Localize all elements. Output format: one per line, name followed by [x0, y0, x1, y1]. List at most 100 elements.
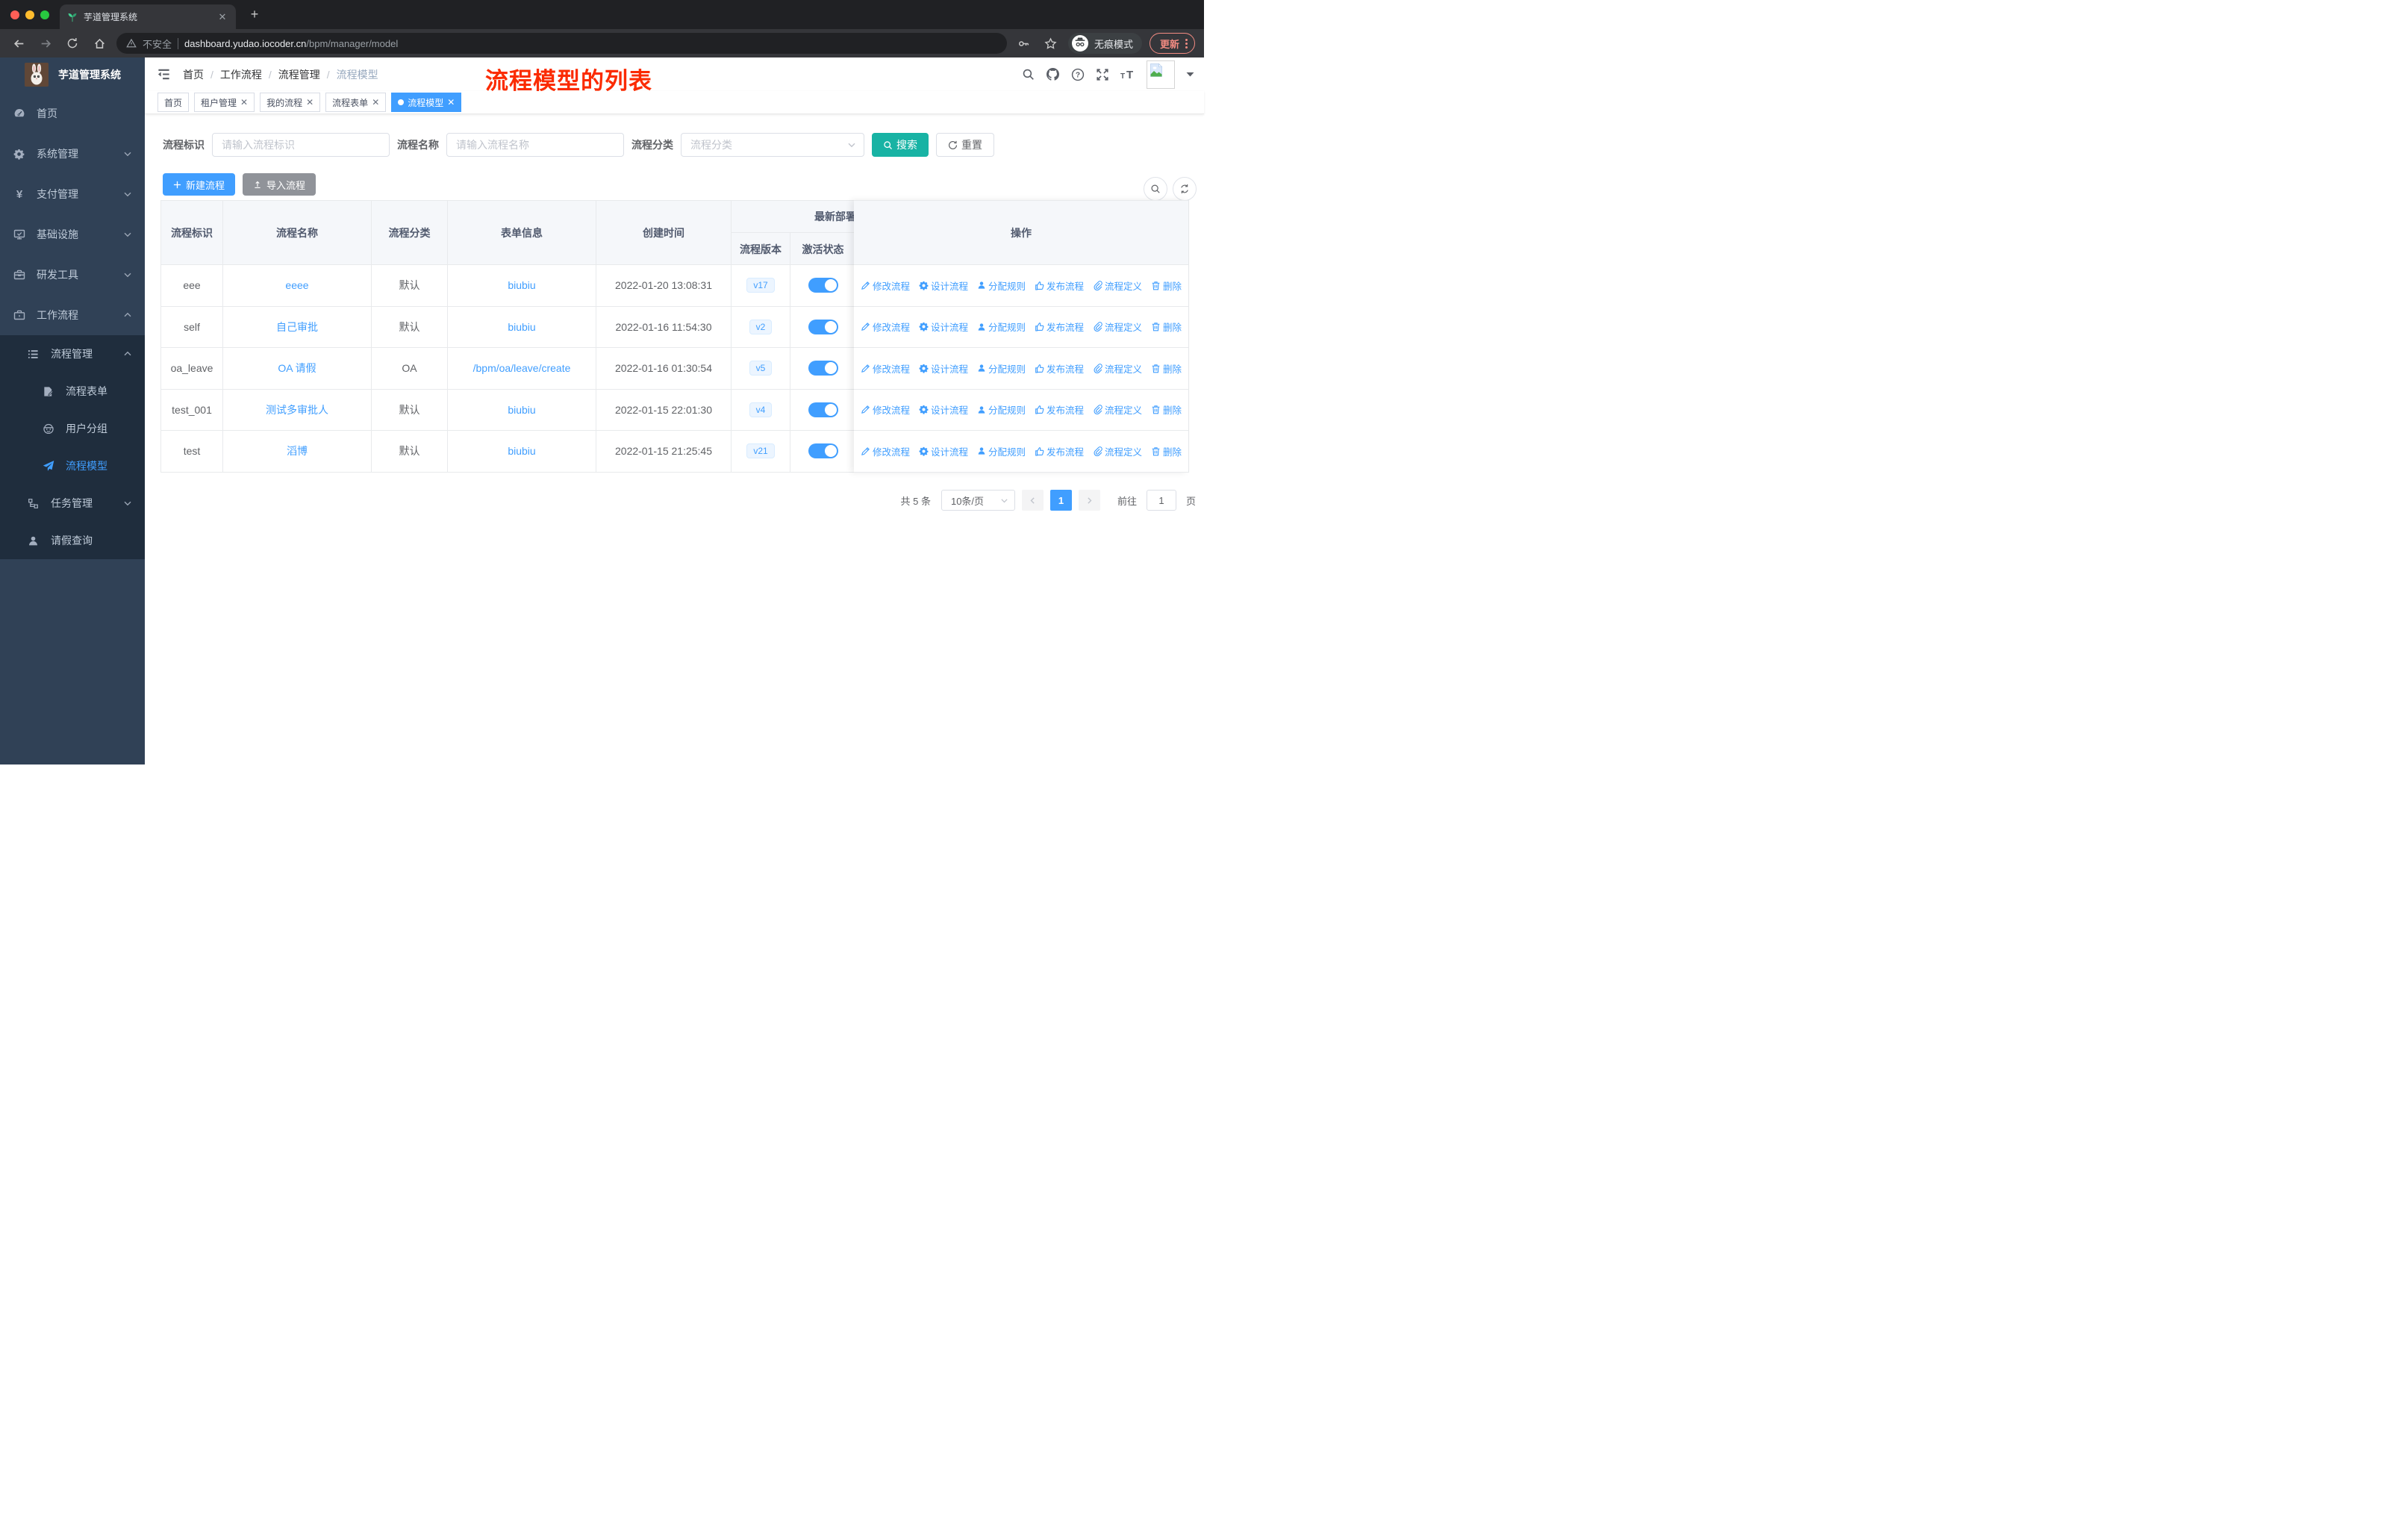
- font-size-icon[interactable]: TT: [1120, 69, 1135, 80]
- process-name-link[interactable]: 测试多审批人: [266, 402, 328, 417]
- activation-toggle[interactable]: [808, 402, 838, 417]
- forward-icon[interactable]: [36, 34, 55, 53]
- version-badge[interactable]: v2: [749, 319, 773, 334]
- form-info-link[interactable]: biubiu: [508, 404, 535, 416]
- next-page-button[interactable]: [1078, 490, 1100, 511]
- page-number-current[interactable]: 1: [1049, 490, 1072, 511]
- close-icon[interactable]: ✕: [240, 97, 248, 108]
- tag-tenant[interactable]: 租户管理 ✕: [194, 93, 255, 112]
- new-tab-button[interactable]: +: [246, 7, 263, 23]
- sidebar-item-workflow[interactable]: 工作流程: [0, 295, 145, 335]
- publish-process-link[interactable]: 发布流程: [1035, 361, 1084, 376]
- create-process-button[interactable]: 新建流程: [163, 173, 236, 196]
- sidebar-item-process-form[interactable]: 流程表单: [0, 373, 145, 410]
- design-process-link[interactable]: 设计流程: [919, 444, 968, 458]
- activation-toggle[interactable]: [808, 443, 838, 459]
- process-name-input[interactable]: [446, 133, 624, 157]
- help-icon[interactable]: ?: [1071, 68, 1085, 81]
- delete-link[interactable]: 删除: [1151, 278, 1182, 293]
- version-badge[interactable]: v17: [746, 278, 775, 293]
- sidebar-item-home[interactable]: 首页: [0, 93, 145, 134]
- process-name-link[interactable]: 自己审批: [276, 320, 318, 334]
- publish-process-link[interactable]: 发布流程: [1035, 320, 1084, 334]
- form-info-link[interactable]: biubiu: [508, 279, 535, 291]
- address-bar[interactable]: 不安全 dashboard.yudao.iocoder.cn/bpm/manag…: [116, 33, 1007, 54]
- activation-toggle[interactable]: [808, 361, 838, 376]
- chevron-down-icon[interactable]: [1186, 72, 1194, 78]
- edit-process-link[interactable]: 修改流程: [861, 278, 910, 293]
- edit-process-link[interactable]: 修改流程: [861, 320, 910, 334]
- process-definition-link[interactable]: 流程定义: [1093, 361, 1142, 376]
- key-icon[interactable]: [1014, 34, 1034, 53]
- tag-my-process[interactable]: 我的流程 ✕: [260, 93, 321, 112]
- close-icon[interactable]: ✕: [447, 97, 455, 108]
- sidebar-item-dev-tools[interactable]: 研发工具: [0, 255, 145, 295]
- publish-process-link[interactable]: 发布流程: [1035, 402, 1084, 417]
- fullscreen-icon[interactable]: [1096, 68, 1109, 81]
- category-select[interactable]: 流程分类: [681, 133, 864, 157]
- delete-link[interactable]: 删除: [1151, 320, 1182, 334]
- delete-link[interactable]: 删除: [1151, 402, 1182, 417]
- edit-process-link[interactable]: 修改流程: [861, 361, 910, 376]
- tag-process-form[interactable]: 流程表单 ✕: [325, 93, 387, 112]
- publish-process-link[interactable]: 发布流程: [1035, 444, 1084, 458]
- app-logo-row[interactable]: 芋道管理系统: [0, 57, 145, 91]
- browser-tab[interactable]: 芋道管理系统 ✕: [60, 4, 236, 29]
- sidebar-item-process-management[interactable]: 流程管理: [0, 335, 145, 373]
- sidebar-item-payment[interactable]: ¥ 支付管理: [0, 174, 145, 214]
- delete-link[interactable]: 删除: [1151, 444, 1182, 458]
- process-name-link[interactable]: OA 请假: [278, 361, 316, 376]
- version-badge[interactable]: v21: [746, 443, 775, 459]
- refresh-table-button[interactable]: [1173, 177, 1197, 201]
- assign-rule-link[interactable]: 分配规则: [977, 402, 1026, 417]
- breadcrumb-process-management[interactable]: 流程管理: [278, 67, 320, 82]
- search-icon[interactable]: [1022, 68, 1035, 81]
- form-info-link[interactable]: biubiu: [508, 321, 535, 333]
- design-process-link[interactable]: 设计流程: [919, 278, 968, 293]
- publish-process-link[interactable]: 发布流程: [1035, 278, 1084, 293]
- browser-update-button[interactable]: 更新: [1149, 33, 1195, 54]
- assign-rule-link[interactable]: 分配规则: [977, 361, 1026, 376]
- reset-button[interactable]: 重置: [936, 133, 994, 157]
- process-definition-link[interactable]: 流程定义: [1093, 444, 1142, 458]
- assign-rule-link[interactable]: 分配规则: [977, 278, 1026, 293]
- maximize-window-button[interactable]: [40, 10, 49, 19]
- minimize-window-button[interactable]: [25, 10, 34, 19]
- sidebar-item-leave-query[interactable]: 请假查询: [0, 522, 145, 559]
- process-name-link[interactable]: eeee: [285, 279, 308, 291]
- sidebar-item-user-group[interactable]: 用户分组: [0, 410, 145, 447]
- tag-process-model[interactable]: 流程模型 ✕: [391, 93, 462, 112]
- design-process-link[interactable]: 设计流程: [919, 320, 968, 334]
- form-info-link[interactable]: biubiu: [508, 445, 535, 457]
- back-icon[interactable]: [9, 34, 28, 53]
- goto-page-input[interactable]: [1146, 490, 1176, 511]
- process-definition-link[interactable]: 流程定义: [1093, 320, 1142, 334]
- activation-toggle[interactable]: [808, 319, 838, 334]
- assign-rule-link[interactable]: 分配规则: [977, 320, 1026, 334]
- browser-menu-icon[interactable]: [1185, 38, 1188, 49]
- page-size-select[interactable]: 10条/页: [941, 490, 1015, 511]
- tab-close-icon[interactable]: ✕: [216, 11, 228, 23]
- bookmark-star-icon[interactable]: [1041, 34, 1061, 53]
- toggle-search-button[interactable]: [1144, 177, 1167, 201]
- version-badge[interactable]: v4: [749, 402, 773, 417]
- prev-page-button[interactable]: [1021, 490, 1044, 511]
- close-window-button[interactable]: [10, 10, 19, 19]
- breadcrumb-home[interactable]: 首页: [183, 67, 204, 82]
- avatar[interactable]: [1147, 60, 1175, 89]
- design-process-link[interactable]: 设计流程: [919, 402, 968, 417]
- sidebar-collapse-icon[interactable]: [157, 67, 172, 81]
- page-url[interactable]: dashboard.yudao.iocoder.cn/bpm/manager/m…: [184, 38, 398, 49]
- process-definition-link[interactable]: 流程定义: [1093, 278, 1142, 293]
- window-controls[interactable]: [10, 10, 49, 19]
- sidebar-item-system[interactable]: 系统管理: [0, 134, 145, 174]
- github-icon[interactable]: [1046, 67, 1060, 81]
- form-info-link[interactable]: /bpm/oa/leave/create: [473, 362, 571, 374]
- tag-home[interactable]: 首页: [157, 93, 190, 112]
- sidebar-item-infrastructure[interactable]: 基础设施: [0, 214, 145, 255]
- sidebar-item-task-management[interactable]: 任务管理: [0, 485, 145, 522]
- breadcrumb-workflow[interactable]: 工作流程: [220, 67, 262, 82]
- process-name-link[interactable]: 滔博: [287, 443, 308, 458]
- home-icon[interactable]: [90, 34, 109, 53]
- process-id-input[interactable]: [212, 133, 390, 157]
